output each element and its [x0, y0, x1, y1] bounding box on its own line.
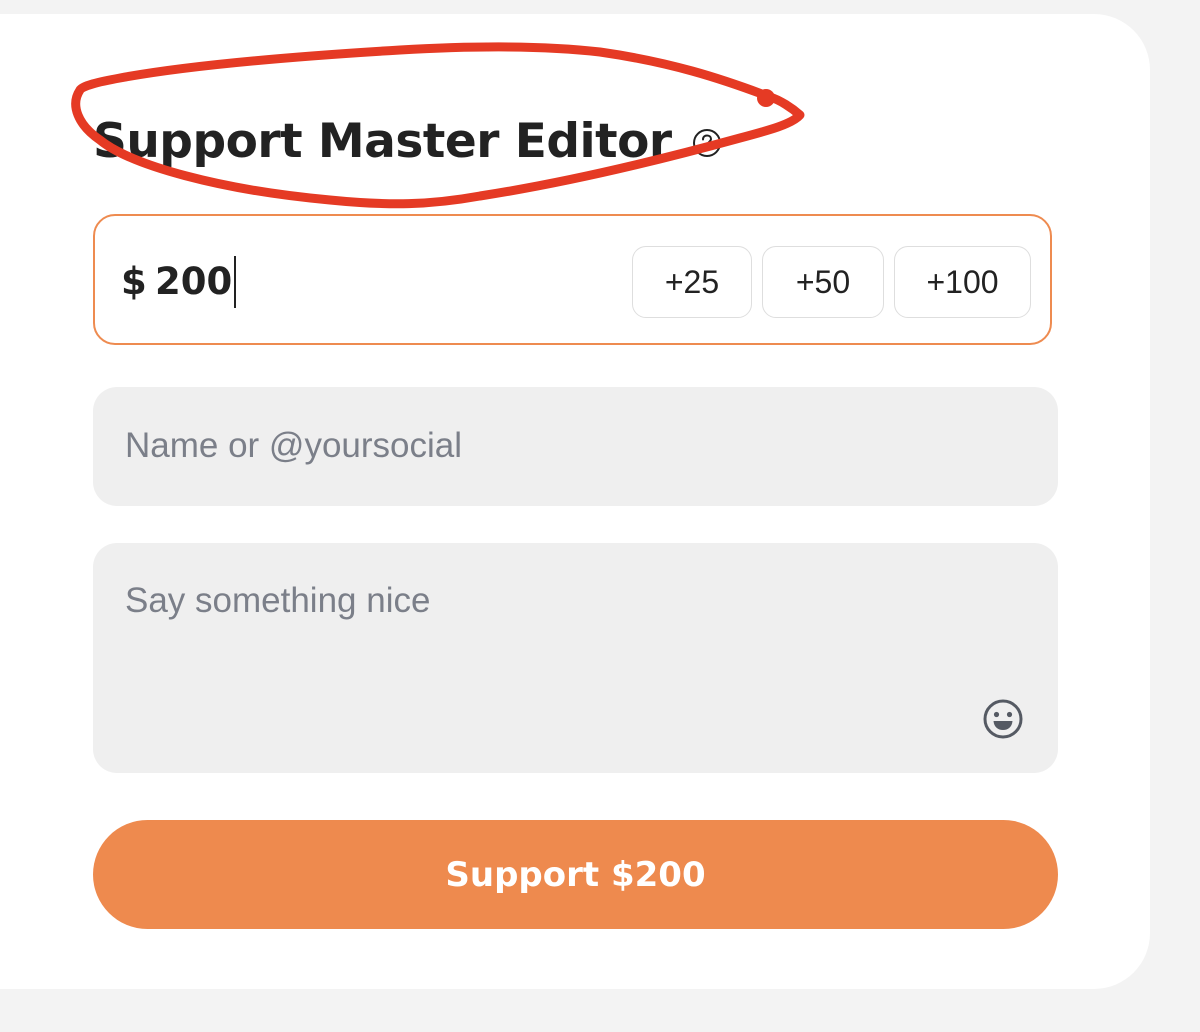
page-title: Support Master Editor	[93, 113, 672, 169]
text-cursor	[234, 256, 236, 308]
question-circle-icon-svg	[692, 129, 721, 157]
name-input[interactable]	[125, 423, 1005, 469]
question-circle-icon[interactable]	[692, 128, 722, 158]
title-row: Support Master Editor	[93, 106, 722, 176]
smiley-face-icon[interactable]	[982, 698, 1024, 740]
support-card: Support Master Editor $ +25 +50 +100	[0, 14, 1150, 989]
smiley-face-icon-svg	[983, 699, 1023, 739]
currency-symbol: $	[121, 260, 147, 303]
amount-field[interactable]: $ +25 +50 +100	[93, 214, 1052, 345]
support-submit-button[interactable]: Support $200	[93, 820, 1058, 929]
name-field[interactable]	[93, 387, 1058, 506]
message-textarea[interactable]	[125, 581, 945, 731]
preset-100-button[interactable]: +100	[894, 246, 1031, 318]
amount-input[interactable]	[155, 256, 355, 306]
preset-25-button[interactable]: +25	[632, 246, 752, 318]
message-field[interactable]	[93, 543, 1058, 773]
preset-50-button[interactable]: +50	[762, 246, 884, 318]
